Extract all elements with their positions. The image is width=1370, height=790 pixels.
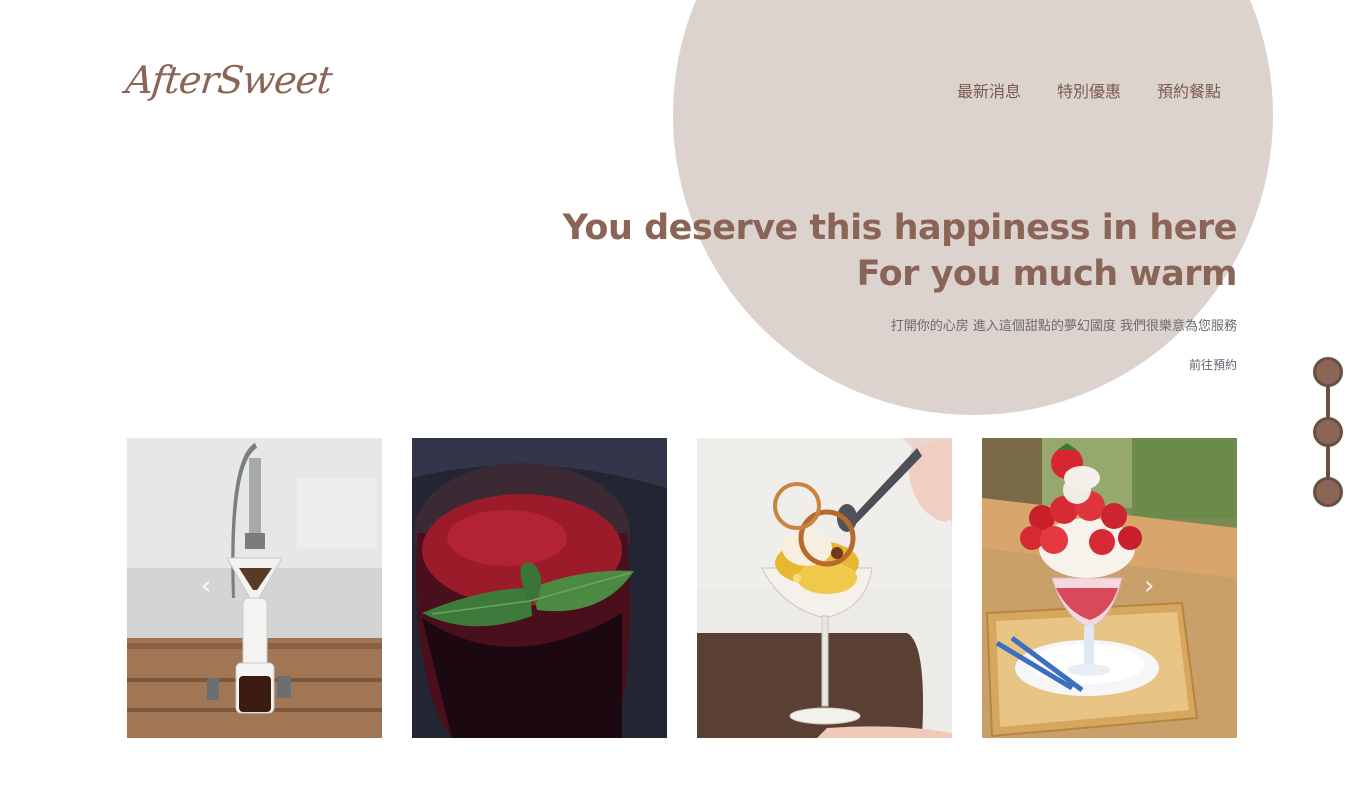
hero-headline: You deserve this happiness in here For y…: [562, 205, 1238, 297]
photo-card-coffee[interactable]: [127, 438, 382, 738]
photo-carousel: [127, 438, 1237, 738]
side-pager-dot-1[interactable]: [1313, 357, 1343, 387]
photo-card-smoothie[interactable]: [412, 438, 667, 738]
berry-smoothie-photo: [412, 438, 667, 738]
strawberry-parfait-photo: [982, 438, 1237, 738]
carousel-prev-button[interactable]: ‹: [201, 573, 211, 599]
pour-over-coffee-photo: [127, 438, 382, 738]
hero-headline-line-1: You deserve this happiness in here: [562, 208, 1238, 248]
side-pager: [1313, 357, 1343, 509]
photo-card-strawberry[interactable]: [982, 438, 1237, 738]
hero-headline-line-2: For you much warm: [856, 254, 1238, 294]
nav-item-offers[interactable]: 特別優惠: [1057, 78, 1121, 102]
photo-card-parfait[interactable]: [697, 438, 952, 738]
reservation-link[interactable]: 前往預約: [1189, 356, 1237, 373]
chevron-left-icon: ‹: [201, 571, 212, 601]
ice-cream-parfait-photo: [697, 438, 952, 738]
nav-item-reservation[interactable]: 預約餐點: [1157, 78, 1221, 102]
hero-section: You deserve this happiness in here For y…: [562, 205, 1238, 373]
hero-subtitle: 打開你的心房 進入這個甜點的夢幻國度 我們很樂意為您服務: [890, 319, 1237, 334]
brand-logo[interactable]: AfterSweet: [124, 58, 334, 102]
side-pager-dot-2[interactable]: [1313, 417, 1343, 447]
nav-item-news[interactable]: 最新消息: [957, 78, 1021, 102]
page: AfterSweet 最新消息 特別優惠 預約餐點 You deserve th…: [0, 0, 1370, 790]
carousel-next-button[interactable]: ›: [1144, 573, 1154, 599]
side-pager-dot-3[interactable]: [1313, 477, 1343, 507]
chevron-right-icon: ›: [1144, 571, 1155, 601]
main-nav: 最新消息 特別優惠 預約餐點: [957, 78, 1221, 102]
